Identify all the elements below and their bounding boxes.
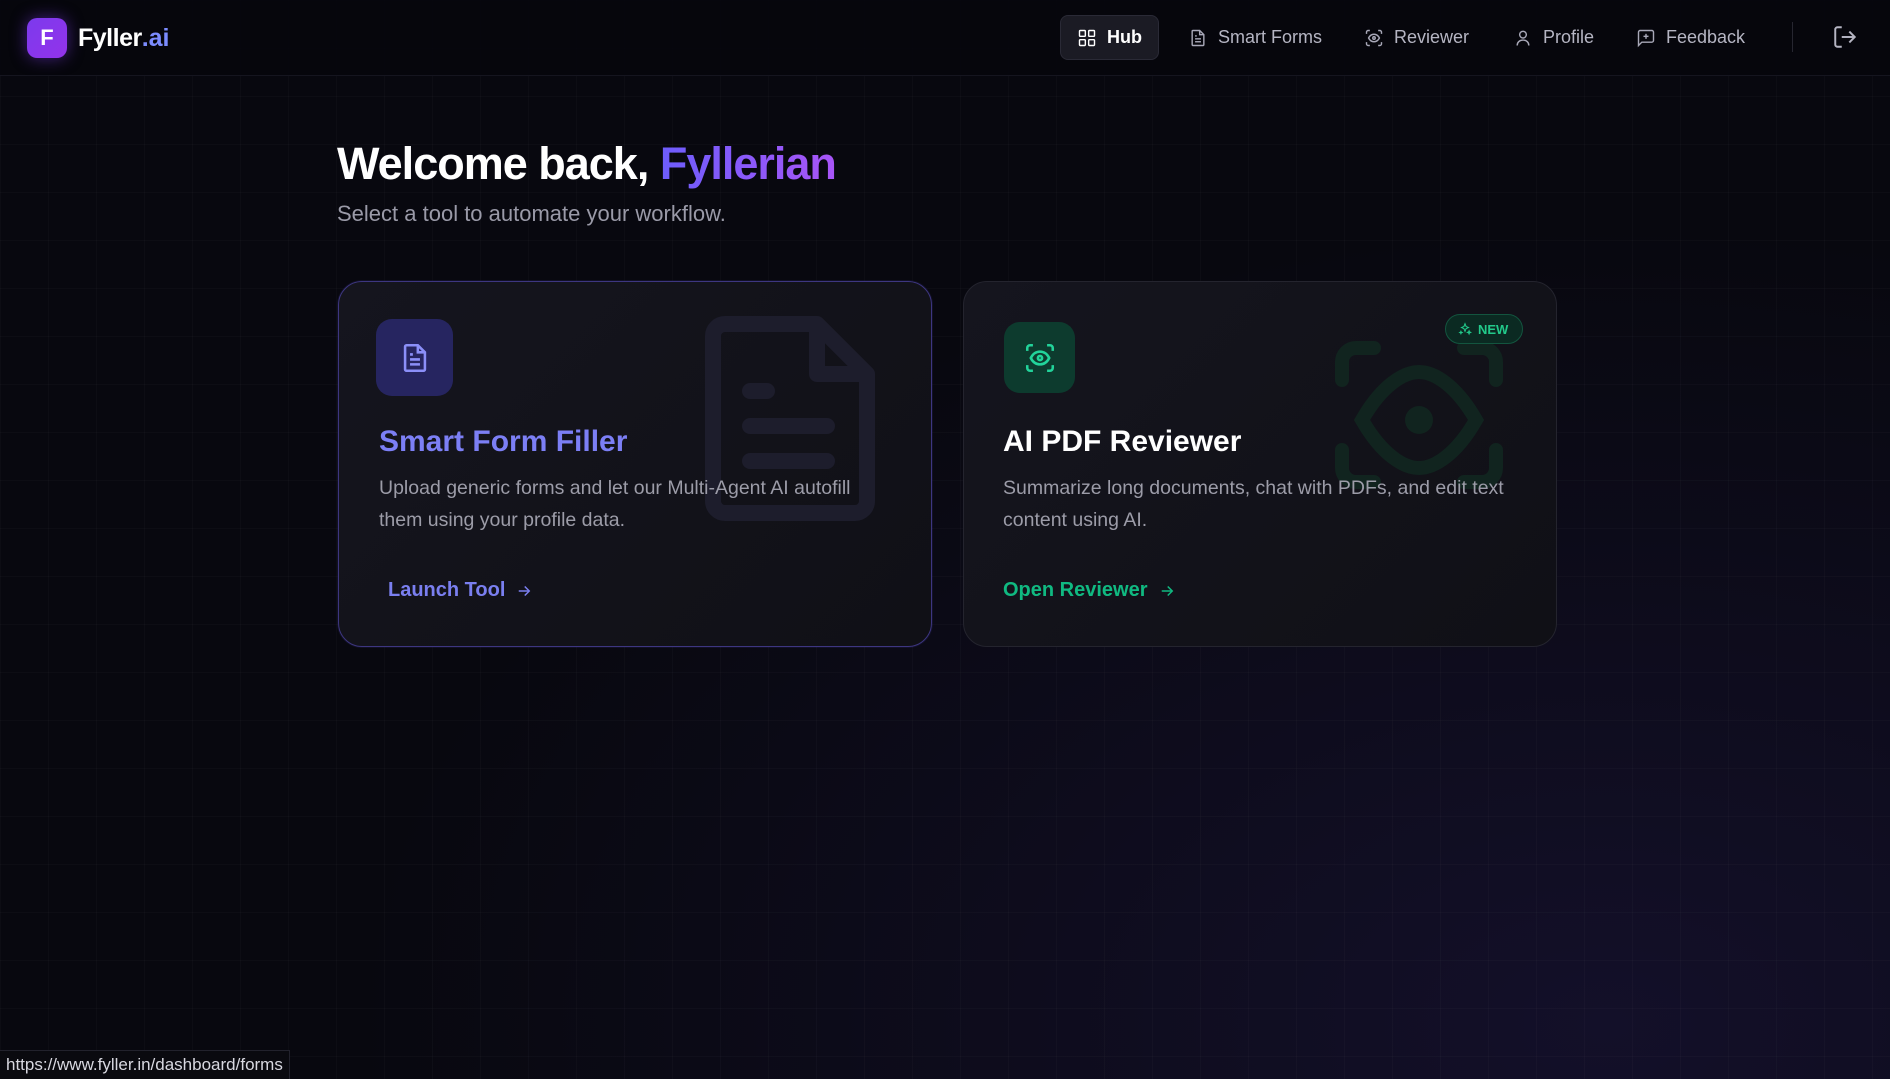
page-title: Welcome back, Fyllerian: [337, 138, 837, 190]
greeting-text: Welcome back,: [337, 138, 660, 189]
card-action-label: Open Reviewer: [1003, 579, 1148, 601]
nav-item-label: Feedback: [1666, 27, 1746, 47]
logout-button[interactable]: [1832, 24, 1858, 50]
launch-tool-link[interactable]: Launch Tool: [388, 579, 533, 602]
document-icon: [398, 341, 432, 375]
nav-item-hub[interactable]: Hub: [1060, 15, 1159, 60]
badge-label: NEW: [1478, 321, 1509, 337]
nav-divider: [1792, 22, 1793, 52]
card-description: Upload generic forms and let our Multi-A…: [379, 477, 851, 531]
arrow-right-icon: [1148, 582, 1176, 600]
scan-eye-watermark-icon: [1335, 341, 1503, 489]
smart-form-filler-card[interactable]: Smart Form Filler Upload generic forms a…: [338, 281, 932, 647]
nav-item-feedback[interactable]: Feedback: [1620, 15, 1761, 60]
open-reviewer-link[interactable]: Open Reviewer: [1003, 579, 1176, 602]
grid-icon: [1077, 28, 1107, 48]
user-name: Fyllerian: [659, 138, 837, 189]
link-status-bar: https://www.fyller.in/dashboard/forms: [0, 1050, 290, 1079]
ai-pdf-reviewer-card[interactable]: NEW AI PDF Reviewer Summarize long docum…: [963, 281, 1557, 647]
sparkles-icon: [1458, 322, 1478, 336]
document-icon: [1188, 28, 1218, 48]
card-icon-tile: [376, 319, 453, 396]
card-description: Summarize long documents, chat with PDFs…: [1003, 477, 1504, 531]
nav-item-reviewer[interactable]: Reviewer: [1348, 15, 1485, 60]
arrow-right-icon: [505, 582, 533, 600]
logout-icon: [1832, 24, 1858, 50]
card-icon-tile: [1004, 322, 1075, 393]
user-icon: [1513, 28, 1543, 48]
new-badge: NEW: [1445, 314, 1524, 344]
top-navbar: F Fyller .ai Hub Smart Forms Reviewer Pr…: [0, 0, 1890, 76]
page-subtitle: Select a tool to automate your workflow.: [337, 201, 726, 226]
nav-item-profile[interactable]: Profile: [1497, 15, 1610, 60]
card-action-label: Launch Tool: [388, 579, 506, 601]
scan-eye-icon: [1364, 28, 1394, 48]
card-title: Smart Form Filler: [379, 425, 628, 458]
nav-item-label: Profile: [1543, 27, 1595, 47]
message-plus-icon: [1636, 28, 1666, 48]
nav-item-label: Smart Forms: [1218, 27, 1323, 47]
card-title: AI PDF Reviewer: [1003, 425, 1242, 458]
main-nav: Hub Smart Forms Reviewer Profile Feedbac…: [0, 15, 1890, 60]
nav-item-label: Reviewer: [1394, 27, 1470, 47]
scan-eye-icon: [1023, 341, 1057, 375]
nav-item-smart-forms[interactable]: Smart Forms: [1172, 15, 1338, 60]
nav-item-label: Hub: [1107, 27, 1142, 47]
